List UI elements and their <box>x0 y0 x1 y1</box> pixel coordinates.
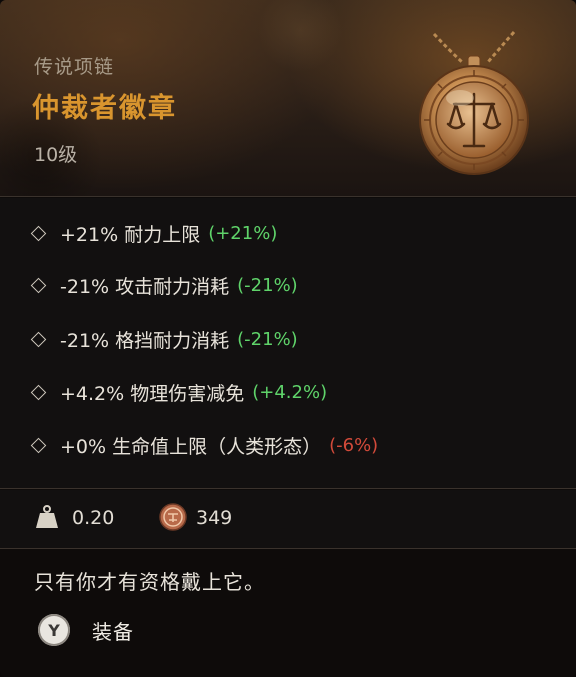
header-divider <box>0 196 576 197</box>
bullet-diamond-icon <box>30 225 47 241</box>
equip-action[interactable]: Y 装备 <box>38 614 134 646</box>
item-name: 仲裁者徽章 <box>32 93 177 124</box>
stats-divider <box>0 488 576 489</box>
item-tooltip: 传说项链 仲裁者徽章 10级 +21% 耐力上限 (+21%) -21% 攻击耐… <box>0 0 576 677</box>
coin-icon <box>159 503 187 531</box>
item-rarity: 传说项链 <box>34 56 115 78</box>
stat-text: +4.2% 物理伤害减免 <box>60 382 245 405</box>
weight-icon <box>36 505 58 528</box>
stat-text: -21% 格挡耐力消耗 <box>60 329 230 352</box>
stat-row: +0% 生命值上限（人类形态） (-6%) <box>30 430 378 460</box>
stat-delta: (-6%) <box>329 434 379 456</box>
stat-text: +21% 耐力上限 <box>60 223 201 246</box>
stat-delta: (+4.2%) <box>252 381 328 403</box>
stat-text: -21% 攻击耐力消耗 <box>60 275 230 298</box>
value-amount: 349 <box>196 507 233 529</box>
stat-delta: (-21%) <box>237 274 298 296</box>
weight-value: 0.20 <box>72 507 115 529</box>
item-level: 10级 <box>34 144 78 166</box>
bullet-diamond-icon <box>30 384 47 400</box>
item-meta: 0.20 349 <box>0 490 576 548</box>
stat-row: -21% 攻击耐力消耗 (-21%) <box>30 270 298 300</box>
stat-text: +0% 生命值上限（人类形态） <box>60 435 322 458</box>
meta-divider <box>0 548 576 549</box>
tooltip-header: 传说项链 仲裁者徽章 10级 <box>0 0 576 196</box>
stat-delta: (-21%) <box>237 328 298 350</box>
stat-row: +4.2% 物理伤害减免 (+4.2%) <box>30 377 327 407</box>
stat-row: +21% 耐力上限 (+21%) <box>30 218 277 248</box>
amulet-scales-icon <box>419 31 529 175</box>
bullet-diamond-icon <box>30 437 47 453</box>
stats-list: +21% 耐力上限 (+21%) -21% 攻击耐力消耗 (-21%) -21%… <box>0 198 576 488</box>
equip-label[interactable]: 装备 <box>92 616 134 645</box>
stat-row: -21% 格挡耐力消耗 (-21%) <box>30 324 298 354</box>
flavor-text: 只有你才有资格戴上它。 <box>34 570 265 594</box>
y-button-icon[interactable]: Y <box>38 614 70 646</box>
bullet-diamond-icon <box>30 331 47 347</box>
bullet-diamond-icon <box>30 277 47 293</box>
stat-delta: (+21%) <box>208 222 278 244</box>
